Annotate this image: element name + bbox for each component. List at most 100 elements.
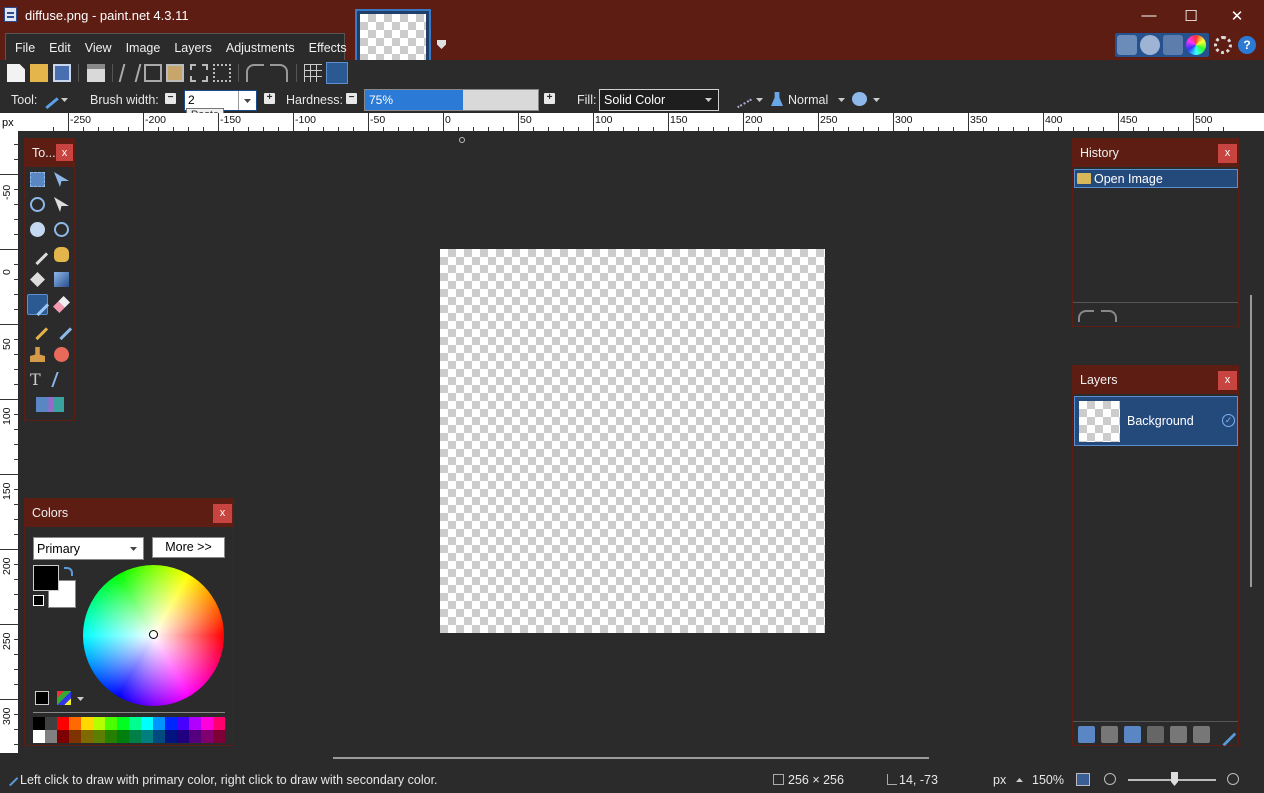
layers-panel-close-button[interactable]: x (1218, 371, 1237, 390)
hardness-decrease-button[interactable]: − (346, 93, 357, 104)
add-to-palette-icon[interactable] (35, 691, 49, 705)
palette-swatch[interactable] (57, 730, 69, 743)
layer-properties-icon[interactable] (1212, 722, 1237, 747)
palette-swatch[interactable] (105, 717, 117, 730)
save-icon[interactable] (53, 64, 71, 82)
settings-gear-icon[interactable] (1214, 36, 1232, 54)
close-window-button[interactable]: ✕ (1214, 0, 1260, 31)
hardness-increase-button[interactable]: + (544, 93, 555, 104)
palette-swatch[interactable] (81, 730, 93, 743)
duplicate-layer-icon[interactable] (1124, 726, 1141, 743)
palette-swatch[interactable] (141, 717, 153, 730)
color-picker-tool[interactable] (50, 318, 73, 341)
move-selection-tool[interactable] (51, 194, 72, 215)
zoom-level[interactable]: 150% (1032, 773, 1064, 787)
move-selected-pixels-tool[interactable] (51, 169, 72, 190)
palette-swatch[interactable] (45, 717, 57, 730)
image-canvas[interactable] (440, 249, 825, 633)
paste-icon[interactable] (166, 64, 184, 82)
line-curve-tool[interactable] (51, 369, 72, 390)
pixel-grid-icon[interactable] (304, 64, 322, 82)
zoom-to-window-icon[interactable] (1076, 773, 1090, 786)
history-panel-header[interactable]: History x (1073, 139, 1238, 167)
eraser-tool[interactable] (51, 294, 72, 315)
brush-width-increase-button[interactable]: + (264, 93, 275, 104)
palette-swatch[interactable] (93, 730, 105, 743)
gradient-tool[interactable] (51, 269, 72, 290)
tools-panel-close-button[interactable]: x (56, 144, 73, 161)
layers-window-icon[interactable] (1163, 35, 1183, 55)
palette-swatch[interactable] (81, 717, 93, 730)
brush-width-decrease-button[interactable]: − (165, 93, 176, 104)
palette-menu-icon[interactable] (57, 691, 71, 705)
palette-swatch[interactable] (69, 730, 81, 743)
palette-swatch[interactable] (201, 717, 213, 730)
merge-layer-down-icon[interactable] (1147, 726, 1164, 743)
palette-swatch[interactable] (165, 730, 177, 743)
units-select[interactable]: px (993, 773, 1006, 787)
recolor-tool[interactable] (51, 344, 72, 365)
move-layer-down-icon[interactable] (1193, 726, 1210, 743)
menu-file[interactable]: File (8, 41, 42, 55)
history-redo-icon[interactable] (1101, 310, 1117, 322)
color-wheel-marker[interactable] (149, 630, 158, 639)
lasso-select-tool[interactable] (27, 194, 48, 215)
vertical-scrollbar[interactable] (1250, 295, 1252, 587)
ellipse-select-tool[interactable] (27, 219, 48, 240)
print-icon[interactable] (87, 64, 105, 82)
minimize-button[interactable]: — (1126, 0, 1172, 31)
palette-swatch[interactable] (117, 730, 129, 743)
primary-color-swatch[interactable] (33, 565, 59, 591)
pan-tool[interactable] (51, 244, 72, 265)
zoom-in-icon[interactable] (1227, 773, 1239, 785)
palette-swatch[interactable] (57, 717, 69, 730)
undo-icon[interactable] (246, 64, 264, 82)
brush-width-dropdown[interactable] (238, 91, 256, 110)
more-colors-button[interactable]: More >> (152, 537, 225, 558)
history-item[interactable]: Open Image (1074, 169, 1238, 188)
menu-view[interactable]: View (78, 41, 119, 55)
palette-swatch[interactable] (117, 717, 129, 730)
menu-edit[interactable]: Edit (42, 41, 78, 55)
text-tool[interactable]: T (27, 369, 48, 390)
fill-mode-select[interactable]: Solid Color (599, 89, 719, 111)
shapes-tool[interactable] (33, 394, 67, 415)
palette-dropdown-icon[interactable] (77, 697, 84, 701)
palette-swatch[interactable] (153, 717, 165, 730)
menu-adjustments[interactable]: Adjustments (219, 41, 302, 55)
zoom-out-icon[interactable] (1104, 773, 1116, 785)
palette-swatch[interactable] (93, 717, 105, 730)
horizontal-scrollbar[interactable] (333, 757, 929, 759)
palette-swatch[interactable] (129, 717, 141, 730)
maximize-button[interactable]: ☐ (1168, 0, 1214, 31)
palette-swatch[interactable] (189, 730, 201, 743)
move-layer-up-icon[interactable] (1170, 726, 1187, 743)
blend-mode-value[interactable]: Normal (788, 93, 828, 107)
help-icon[interactable]: ? (1238, 36, 1256, 54)
tools-panel-header[interactable]: To... x (25, 139, 74, 167)
hardness-slider[interactable]: 75% (364, 89, 539, 111)
palette-swatch[interactable] (213, 730, 225, 743)
rulers-toggle-icon[interactable] (326, 62, 348, 84)
palette-swatch[interactable] (165, 717, 177, 730)
reset-colors-icon[interactable] (33, 595, 44, 606)
palette-swatch[interactable] (105, 730, 117, 743)
palette-swatch[interactable] (189, 717, 201, 730)
palette-swatch[interactable] (153, 730, 165, 743)
copy-icon[interactable] (144, 64, 162, 82)
history-panel-close-button[interactable]: x (1218, 144, 1237, 163)
deselect-icon[interactable] (213, 64, 231, 82)
palette-swatch[interactable] (177, 717, 189, 730)
palette-swatch[interactable] (141, 730, 153, 743)
paintbrush-tool[interactable] (27, 294, 50, 317)
crop-to-selection-icon[interactable] (190, 64, 208, 82)
layers-panel-header[interactable]: Layers x (1073, 366, 1238, 394)
colors-window-icon[interactable] (1186, 35, 1206, 55)
delete-layer-icon[interactable] (1101, 726, 1118, 743)
palette-swatch[interactable] (69, 717, 81, 730)
history-window-icon[interactable] (1140, 35, 1160, 55)
palette-swatch[interactable] (33, 717, 45, 730)
selection-clipping-icon[interactable] (852, 92, 867, 106)
paint-bucket-tool[interactable] (27, 269, 48, 290)
tools-window-icon[interactable] (1117, 35, 1137, 55)
